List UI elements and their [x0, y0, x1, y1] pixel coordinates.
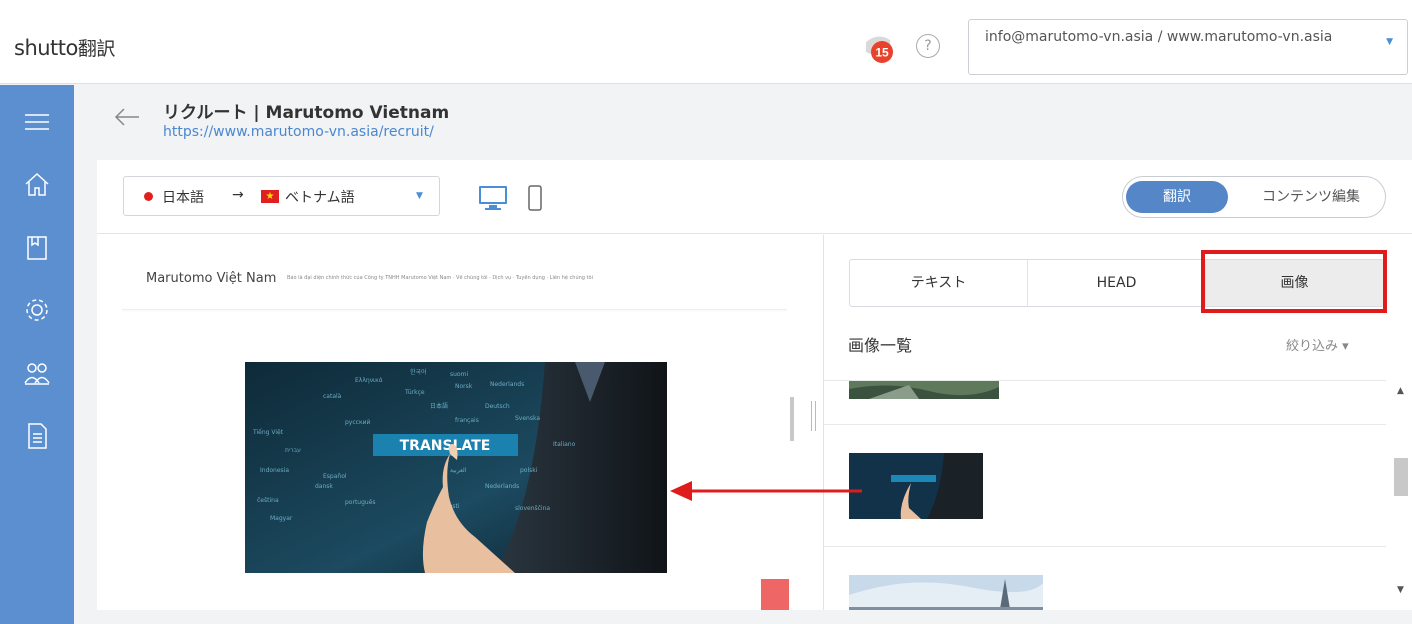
svg-text:русский: русский [345, 419, 370, 426]
vietnam-flag-icon: ★ [261, 190, 279, 203]
brand-name: shutto [14, 36, 78, 60]
list-item[interactable] [824, 381, 1386, 425]
sidebar [0, 85, 74, 624]
desktop-view-icon[interactable] [477, 184, 509, 212]
settings-icon[interactable] [22, 295, 52, 325]
preview-site-nav: Bảo là đại diện chính thức của Công ty T… [287, 275, 593, 281]
image-list-scroll-thumb[interactable] [1394, 458, 1408, 496]
svg-text:Türkçe: Türkçe [404, 389, 425, 396]
svg-text:français: français [455, 417, 479, 424]
mobile-view-icon[interactable] [527, 184, 543, 212]
chevron-down-icon: ▼ [416, 191, 423, 201]
svg-text:polski: polski [520, 467, 538, 474]
svg-text:čeština: čeština [257, 497, 279, 504]
svg-text:Español: Español [323, 473, 347, 480]
image-list-scrollbar[interactable]: ▲ ▼ [1394, 380, 1408, 610]
top-bar: shutto翻訳 15 ? info@marutomo-vn.asia / ww… [0, 0, 1412, 84]
svg-text:dansk: dansk [315, 483, 333, 490]
svg-text:עברית: עברית [285, 447, 301, 454]
image-thumbnail[interactable] [849, 381, 999, 399]
list-item[interactable] [824, 547, 1386, 610]
svg-text:Tiếng Việt: Tiếng Việt [252, 429, 284, 436]
svg-text:suomi: suomi [450, 371, 468, 378]
home-icon[interactable] [22, 169, 52, 199]
hero-translate-label: TRANSLATE [400, 438, 491, 454]
pane-resize-handle[interactable] [808, 401, 820, 431]
back-arrow-icon[interactable] [112, 102, 142, 132]
target-language: ベトナム語 [285, 190, 355, 206]
image-list-title: 画像一覧 [848, 336, 913, 355]
brand-logo[interactable]: shutto翻訳 [14, 34, 115, 61]
svg-text:Ελληνικά: Ελληνικά [355, 377, 383, 384]
svg-text:slovenščina: slovenščina [515, 505, 550, 512]
site-preview[interactable]: Marutomo Việt Nam Bảo là đại diện chính … [97, 235, 797, 610]
tab-text[interactable]: テキスト [850, 260, 1028, 306]
page-title: リクルート | Marutomo Vietnam [163, 103, 450, 123]
svg-text:العربية: العربية [450, 467, 467, 474]
svg-text:日本語: 日本語 [430, 402, 448, 410]
tab-head[interactable]: HEAD [1028, 260, 1206, 306]
editor-toolbar: 日本語 → ★ ベトナム語 ▼ 翻訳 コンテンツ編集 [97, 160, 1412, 234]
svg-text:català: català [323, 393, 342, 400]
translate-hero-image[interactable]: Ελληνικά 한국어 suomi català Türkçe Norsk Nederl… [245, 362, 667, 573]
svg-text:português: português [345, 499, 376, 506]
preview-divider [122, 309, 787, 310]
account-select[interactable]: info@marutomo-vn.asia / www.marutomo-vn.… [968, 19, 1408, 75]
language-arrow: → [232, 187, 244, 203]
svg-text:Norsk: Norsk [455, 383, 473, 390]
mode-translate-button[interactable]: 翻訳 [1126, 181, 1228, 213]
help-icon[interactable]: ? [916, 34, 940, 58]
svg-text:Magyar: Magyar [270, 515, 293, 522]
image-tab-highlight [1201, 250, 1387, 313]
preview-site-name: Marutomo Việt Nam [146, 271, 277, 286]
document-icon[interactable] [22, 421, 52, 451]
image-thumbnail[interactable] [849, 453, 983, 519]
language-pair-select[interactable]: 日本語 → ★ ベトナム語 ▼ [123, 176, 440, 216]
svg-text:Italiano: Italiano [553, 441, 576, 448]
notification-count: 15 [875, 46, 889, 60]
brand-suffix: 翻訳 [77, 38, 116, 60]
chevron-down-icon: ▼ [1386, 37, 1393, 47]
scroll-down-icon[interactable]: ▼ [1397, 585, 1404, 595]
mode-toggle: 翻訳 コンテンツ編集 [1122, 176, 1386, 218]
list-item[interactable] [824, 425, 1386, 547]
svg-text:Nederlands: Nederlands [490, 381, 524, 388]
image-list [824, 380, 1386, 610]
users-icon[interactable] [22, 358, 52, 388]
source-language: 日本語 [162, 190, 204, 206]
book-icon[interactable] [22, 233, 52, 263]
scroll-to-top-button[interactable] [761, 579, 789, 610]
svg-text:Nederlands: Nederlands [485, 483, 519, 490]
svg-text:Svenska: Svenska [515, 415, 540, 422]
svg-text:Deutsch: Deutsch [485, 403, 510, 410]
page-url-link[interactable]: https://www.marutomo-vn.asia/recruit/ [163, 124, 434, 140]
image-thumbnail[interactable] [849, 575, 1043, 610]
japan-flag-icon [144, 192, 153, 201]
mode-content-edit-button[interactable]: コンテンツ編集 [1241, 181, 1381, 213]
editor-card: 日本語 → ★ ベトナム語 ▼ 翻訳 コンテンツ編集 Marutomo Việt… [97, 160, 1412, 610]
scroll-up-icon[interactable]: ▲ [1397, 386, 1404, 396]
annotation-arrow [670, 481, 862, 501]
account-label: info@marutomo-vn.asia / www.marutomo-vn.… [985, 29, 1333, 45]
menu-icon[interactable] [22, 107, 52, 137]
filter-dropdown[interactable]: 絞り込み ▾ [1286, 335, 1349, 354]
svg-text:한국어: 한국어 [410, 368, 427, 376]
notification-bell-icon[interactable]: 15 [858, 30, 900, 66]
preview-scroll-thumb[interactable] [790, 397, 794, 441]
preview-scrollbar[interactable] [790, 259, 794, 599]
svg-text:Indonesia: Indonesia [260, 467, 289, 474]
